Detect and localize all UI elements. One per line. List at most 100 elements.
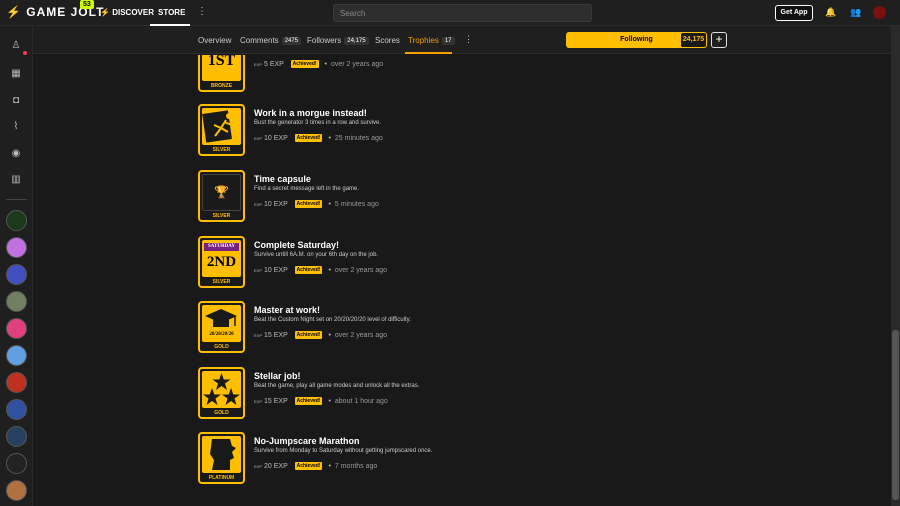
exp-icon: EXP: [254, 136, 263, 141]
tab-active-indicator: [405, 52, 452, 54]
trophy-image: GOLD: [198, 367, 245, 419]
store-link[interactable]: STORE: [158, 8, 185, 17]
falling-man-art: [202, 108, 241, 145]
stars-icon: [203, 373, 240, 405]
friends-icon[interactable]: 👥: [850, 7, 861, 18]
search-input[interactable]: Search: [333, 4, 592, 22]
game-subnav: Overview Comments 2475 Followers 24,175 Sc…: [33, 26, 891, 54]
discover-link[interactable]: ⚡ DISCOVER: [100, 8, 154, 17]
trophy-item[interactable]: GOLD Stellar job! Beat the game, play al…: [198, 367, 698, 423]
graduation-art: 20/20/20/20: [202, 305, 241, 342]
trophy-item[interactable]: SATURDAY 2ND SILVER Complete Saturday! S…: [198, 236, 698, 292]
falling-man-icon: [202, 110, 233, 143]
sidebar-game-icon[interactable]: [6, 237, 27, 258]
sidebar-game-icon[interactable]: [6, 480, 27, 501]
trophy-tier: PLATINUM: [208, 475, 235, 481]
quest-icon[interactable]: ♙: [8, 38, 24, 54]
trophy-image: 🏆 SILVER: [198, 170, 245, 222]
achieved-badge: Achieved!: [294, 397, 323, 405]
sidebar-game-icon[interactable]: [6, 372, 27, 393]
three-stars-art: [202, 371, 241, 408]
exp-icon: EXP: [254, 333, 263, 338]
trophy-tier: GOLD: [214, 344, 229, 350]
exp-icon: EXP: [254, 399, 263, 404]
sidebar-game-icon[interactable]: [6, 345, 27, 366]
sidebar-divider: [6, 199, 27, 200]
trophy-title: Complete Saturday!: [254, 240, 340, 250]
sidebar-game-icon[interactable]: [6, 453, 27, 474]
backpack-icon[interactable]: ◘: [8, 93, 24, 109]
add-to-playlist-button[interactable]: +: [711, 32, 727, 48]
trophy-meta: EXP 15 EXP Achieved! • over 2 years ago: [254, 331, 388, 339]
trophy-item[interactable]: 1ST BRONZE EXP 5 EXP Achieved! • over 2 ye…: [198, 55, 698, 96]
trophy-image: SATURDAY 2ND SILVER: [198, 236, 245, 288]
trophy-image: 20/20/20/20 GOLD: [198, 301, 245, 353]
trophy-description: Beat the Custom Night set on 20/20/20/20…: [254, 317, 411, 323]
sidebar-game-icon[interactable]: [6, 210, 27, 231]
left-sidebar: ♙ ▦ ◘ ⌇ ◉ ▥: [0, 26, 33, 506]
trophy-meta: EXP 10 EXP Achieved! • over 2 years ago: [254, 266, 388, 274]
trophy-cup-art: 🏆: [202, 174, 241, 211]
achieved-badge: Achieved!: [294, 331, 323, 339]
trophy-description: Beat the game, play all game modes and u…: [254, 383, 420, 389]
shop-icon[interactable]: ▦: [8, 66, 24, 82]
steam-icon[interactable]: [6, 426, 27, 447]
follower-count: 24,175: [681, 33, 706, 47]
trophy-item[interactable]: 20/20/20/20 GOLD Master at work! Beat th…: [198, 301, 698, 357]
trophy-item[interactable]: PLATINUM No-Jumpscare Marathon Survive f…: [198, 432, 698, 488]
achieved-badge: Achieved!: [290, 60, 319, 68]
silhouette-art: [202, 436, 241, 473]
trophy-image: 1ST BRONZE: [198, 55, 245, 92]
library-icon[interactable]: ▥: [8, 172, 24, 188]
trophy-meta: EXP 10 EXP Achieved! • 25 minutes ago: [254, 134, 383, 142]
tab-followers[interactable]: Followers 24,175: [307, 36, 369, 45]
trophy-tier: SILVER: [212, 213, 231, 219]
trophy-item[interactable]: SILVER Work in a morgue instead! Bust th…: [198, 104, 698, 160]
trophy-description: Survive untill 6A.M. on your 6th day on …: [254, 252, 379, 258]
notification-dot: [23, 51, 27, 55]
scrollbar-thumb[interactable]: [892, 330, 899, 500]
trophy-cup-icon: 🏆: [214, 185, 229, 199]
sidebar-game-icon[interactable]: [6, 399, 27, 420]
notifications-bell-icon[interactable]: 🔔: [825, 7, 836, 18]
tab-comments[interactable]: Comments 2475: [240, 36, 302, 45]
discover-icon: ⚡: [100, 8, 110, 17]
trophy-meta: EXP 15 EXP Achieved! • about 1 hour ago: [254, 397, 388, 405]
exp-icon: EXP: [254, 202, 263, 207]
graduation-cap-icon: [205, 309, 237, 327]
subnav-more-icon[interactable]: ⋮: [464, 34, 473, 45]
trophy-item[interactable]: 🏆 SILVER Time capsule Find a secret mess…: [198, 170, 698, 226]
trophy-title: Master at work!: [254, 305, 321, 315]
tab-trophies[interactable]: Trophies 17: [408, 36, 455, 45]
sidebar-game-icon[interactable]: [6, 318, 27, 339]
trophy-meta: EXP 20 EXP Achieved! • 7 months ago: [254, 462, 378, 470]
saturday-art: SATURDAY 2ND: [202, 240, 241, 277]
trophy-image: PLATINUM: [198, 432, 245, 484]
more-menu-icon[interactable]: ⋮: [197, 6, 207, 17]
joystick-icon[interactable]: ◉: [8, 146, 24, 162]
logo-badge: 53: [80, 0, 94, 9]
tab-overview[interactable]: Overview: [198, 36, 231, 45]
first-place-art: 1ST: [202, 55, 241, 81]
exp-icon: EXP: [254, 62, 263, 67]
trophy-list: 1ST BRONZE EXP 5 EXP Achieved! • over 2 ye…: [33, 55, 891, 506]
trophy-tier: BRONZE: [210, 83, 233, 89]
tab-scores[interactable]: Scores: [375, 36, 400, 45]
trophy-title: Stellar job!: [254, 371, 301, 381]
sidebar-game-icon[interactable]: [6, 264, 27, 285]
trophy-tier: SILVER: [212, 147, 231, 153]
trophy-tier: SILVER: [212, 279, 231, 285]
chart-icon[interactable]: ⌇: [8, 119, 24, 135]
exp-icon: EXP: [254, 464, 263, 469]
silhouette-head-icon: [210, 439, 236, 470]
trophy-description: Survive from Monday to Saturday without …: [254, 448, 433, 454]
user-avatar[interactable]: [873, 6, 886, 19]
trophy-meta: EXP 10 EXP Achieved! • 5 minutes ago: [254, 200, 379, 208]
trophy-description: Find a secret message left in the game.: [254, 186, 360, 192]
trophy-tier: GOLD: [214, 410, 229, 416]
exp-icon: EXP: [254, 268, 263, 273]
get-app-button[interactable]: Get App: [775, 5, 813, 21]
sidebar-game-icon[interactable]: [6, 291, 27, 312]
top-bar: ⚡ GAME JOLT 53 ⚡ DISCOVER STORE ⋮ Search…: [0, 0, 900, 26]
trophy-title: Work in a morgue instead!: [254, 108, 367, 118]
